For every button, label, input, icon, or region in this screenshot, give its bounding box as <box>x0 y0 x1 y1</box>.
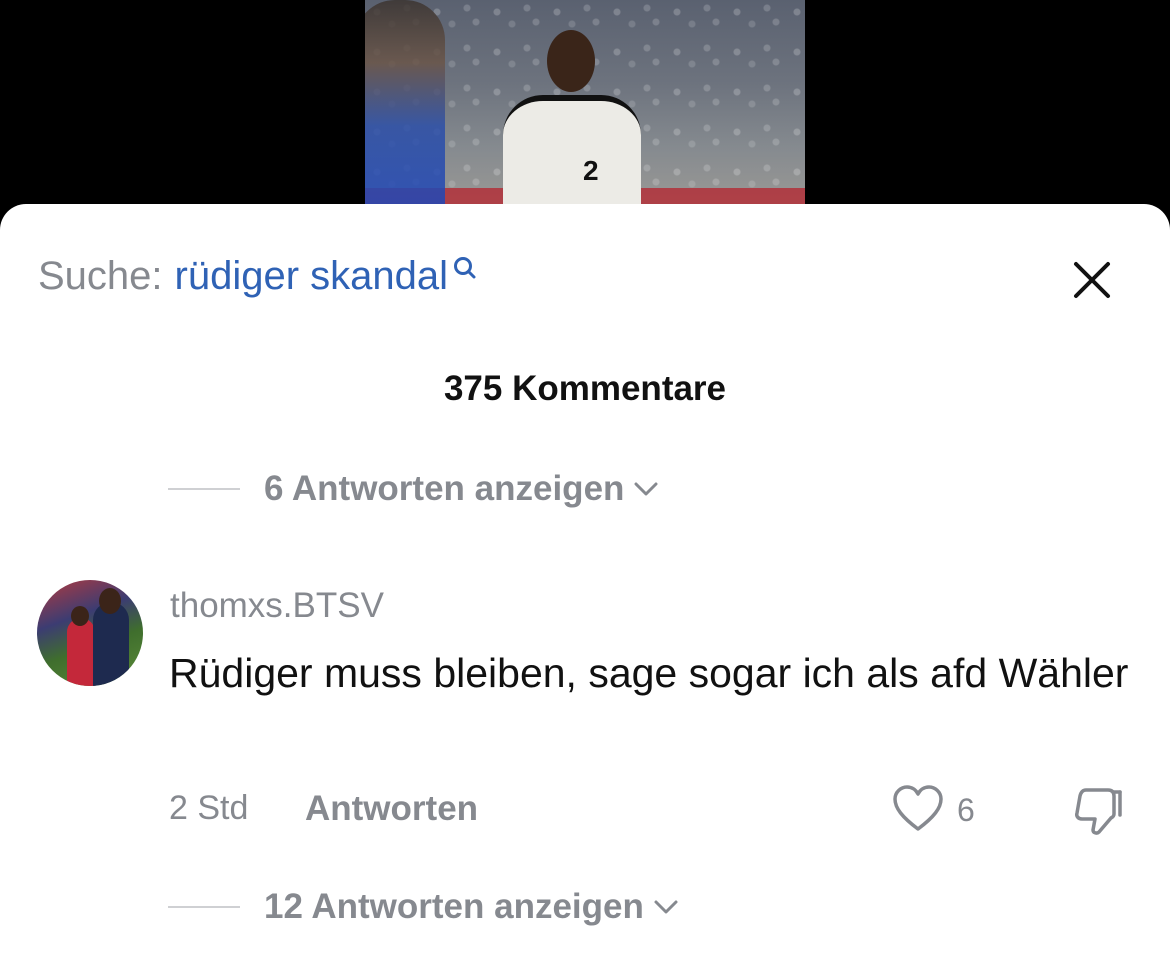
view-replies-label: 6 Antworten anzeigen <box>264 469 625 508</box>
close-icon[interactable] <box>1070 258 1114 302</box>
avatar-figure-adult-head <box>99 588 121 614</box>
comment-timestamp: 2 Std <box>169 789 249 827</box>
player-shirt <box>503 95 641 210</box>
avatar-figure-adult <box>93 602 129 686</box>
thumbnail-left-player <box>365 0 445 210</box>
video-thumbnail[interactable]: 2 <box>365 0 805 210</box>
comment-username[interactable]: thomxs.BTSV <box>170 586 384 626</box>
avatar[interactable] <box>37 580 143 686</box>
thumbnail-player: 2 <box>495 25 645 210</box>
thumbs-down-icon[interactable] <box>1072 784 1124 838</box>
search-icon[interactable] <box>452 256 478 282</box>
reply-button[interactable]: Antworten <box>305 789 478 829</box>
chevron-down-icon <box>634 482 658 496</box>
comments-count: 375 Kommentare <box>443 369 727 408</box>
video-area: 2 <box>0 0 1170 230</box>
avatar-figure-child-head <box>71 606 89 626</box>
replies-divider <box>168 488 240 490</box>
player-head <box>547 30 595 92</box>
like-count: 6 <box>957 792 975 828</box>
player-number: 2 <box>583 155 599 186</box>
avatar-figure-child <box>67 618 95 686</box>
chevron-down-icon <box>654 900 678 914</box>
view-replies-button[interactable]: 12 Antworten anzeigen <box>168 887 680 927</box>
replies-divider <box>168 906 240 908</box>
search-prefix: Suche: <box>38 254 163 298</box>
search-suggestion[interactable]: Suche: rüdiger skandal <box>38 254 478 299</box>
comment-text: Rüdiger muss bleiben, sage sogar ich als… <box>169 650 1129 696</box>
comments-sheet: Suche: rüdiger skandal 375 Kommentare 6 … <box>0 204 1170 958</box>
heart-icon[interactable] <box>892 784 944 834</box>
view-replies-label: 12 Antworten anzeigen <box>264 887 644 926</box>
search-term[interactable]: rüdiger skandal <box>175 254 449 299</box>
view-replies-button[interactable]: 6 Antworten anzeigen <box>168 469 660 509</box>
